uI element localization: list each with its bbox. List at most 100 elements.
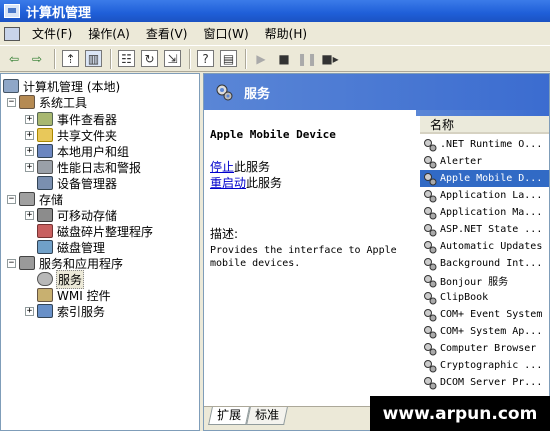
tree-node-defrag[interactable]: 磁盘碎片整理程序 <box>37 223 154 239</box>
start-service-icon[interactable]: ▶ <box>251 49 271 69</box>
tree-node-shared-folders[interactable]: + 共享文件夹 <box>25 127 118 143</box>
event-viewer-icon <box>37 112 53 126</box>
service-row[interactable]: Background Int... <box>420 255 549 272</box>
tree-node-perf-logs[interactable]: + 性能日志和警报 <box>25 159 142 175</box>
restart-service-link[interactable]: 重启动 <box>210 176 246 190</box>
tree-node-wmi[interactable]: WMI 控件 <box>37 287 112 303</box>
tree-node-services[interactable]: 服务 <box>37 269 85 289</box>
menu-view[interactable]: 查看(V) <box>138 24 196 44</box>
service-row[interactable]: Cryptographic ... <box>420 357 549 374</box>
service-row[interactable]: Computer Browser <box>420 340 549 357</box>
column-header-name[interactable]: 名称 <box>420 116 549 134</box>
up-folder-icon[interactable]: ⇡ <box>62 50 79 67</box>
service-row[interactable]: Automatic Updates <box>420 238 549 255</box>
tree-node-root[interactable]: 计算机管理 (本地) <box>3 78 121 94</box>
indexing-icon <box>37 304 53 318</box>
service-gear-icon <box>424 223 437 236</box>
performance-icon <box>37 160 53 174</box>
service-gear-icon <box>424 274 437 287</box>
console-tree-icon[interactable]: ▤ <box>220 50 237 67</box>
service-row-label: COM+ System Ap... <box>440 326 543 337</box>
expand-icon[interactable]: + <box>25 162 34 172</box>
service-row-label: Apple Mobile D... <box>440 173 543 184</box>
computer-management-icon <box>4 4 20 18</box>
service-row[interactable]: ClipBook <box>420 289 549 306</box>
service-row[interactable]: Apple Mobile D... <box>420 170 549 187</box>
service-row-label: Bonjour 服务 <box>440 277 509 288</box>
service-row[interactable]: Application Ma... <box>420 204 549 221</box>
service-row-label: Application La... <box>440 190 543 201</box>
service-row[interactable]: ASP.NET State ... <box>420 221 549 238</box>
stop-suffix: 此服务 <box>234 160 271 174</box>
shared-folder-icon <box>37 128 53 142</box>
description-text: Provides the interface to Apple mobile d… <box>210 245 397 269</box>
service-gear-icon <box>424 240 437 253</box>
expand-icon[interactable]: + <box>25 146 34 156</box>
tree-node-storage[interactable]: − 存储 <box>7 191 64 207</box>
expand-icon[interactable]: + <box>25 210 34 220</box>
service-gear-icon <box>424 308 437 321</box>
service-gear-icon <box>424 138 437 151</box>
stop-service-link[interactable]: 停止 <box>210 160 234 174</box>
expand-icon[interactable]: + <box>25 306 34 316</box>
service-row-label: ClipBook <box>440 292 489 303</box>
expand-icon[interactable]: + <box>25 130 34 140</box>
service-row[interactable]: .NET Runtime O... <box>420 136 549 153</box>
menu-file[interactable]: 文件(F) <box>24 24 80 44</box>
title-bar[interactable]: 计算机管理 <box>0 0 550 22</box>
tree-node-indexing[interactable]: + 索引服务 <box>25 303 106 319</box>
system-menu-icon[interactable] <box>4 26 20 41</box>
service-row-label: Automatic Updates <box>440 241 543 252</box>
service-row[interactable]: COM+ Event System <box>420 306 549 323</box>
collapse-icon[interactable]: − <box>7 194 16 204</box>
export-list-icon[interactable]: ⇲ <box>164 50 181 67</box>
service-row[interactable]: Alerter <box>420 153 549 170</box>
back-arrow-icon[interactable]: ⇦ <box>4 49 24 69</box>
service-row-label: Background Int... <box>440 258 543 269</box>
forward-arrow-icon[interactable]: ⇨ <box>27 49 47 69</box>
service-row-label: Computer Browser <box>440 343 537 354</box>
show-hide-tree-icon[interactable]: ▥ <box>85 50 102 67</box>
pause-service-icon[interactable]: ❚❚ <box>297 49 317 69</box>
service-gear-icon <box>424 325 437 338</box>
service-description-panel: Apple Mobile Device 停止此服务 重启动此服务 描述: Pro… <box>204 110 416 406</box>
disk-management-icon <box>37 240 53 254</box>
restart-service-icon[interactable]: ■▸ <box>320 49 340 69</box>
service-row-label: DCOM Server Pr... <box>440 377 543 388</box>
tree-node-disk-management[interactable]: 磁盘管理 <box>37 239 106 255</box>
collapse-icon[interactable]: − <box>7 258 16 268</box>
services-gear-icon <box>216 84 233 101</box>
tab-extended[interactable]: 扩展 <box>208 407 250 425</box>
collapse-icon[interactable]: − <box>7 97 16 107</box>
properties-icon[interactable]: ☷ <box>118 50 135 67</box>
refresh-icon[interactable]: ↻ <box>141 50 158 67</box>
restart-suffix: 此服务 <box>246 176 283 190</box>
tree-node-system-tools[interactable]: − 系统工具 <box>7 94 88 110</box>
tree-node-local-users[interactable]: + 本地用户和组 <box>25 143 130 159</box>
service-rows: .NET Runtime O... Alerter Apple Mobile D..… <box>420 136 549 391</box>
tree-node-event-viewer[interactable]: + 事件查看器 <box>25 111 118 127</box>
service-gear-icon <box>424 189 437 202</box>
tab-standard[interactable]: 标准 <box>246 407 288 425</box>
service-row[interactable]: COM+ System Ap... <box>420 323 549 340</box>
service-row[interactable]: Application La... <box>420 187 549 204</box>
stop-service-icon[interactable]: ■ <box>274 49 294 69</box>
tools-icon <box>19 95 35 109</box>
menu-window[interactable]: 窗口(W) <box>195 24 256 44</box>
service-row[interactable]: Bonjour 服务 <box>420 272 549 289</box>
menu-action[interactable]: 操作(A) <box>80 24 138 44</box>
service-name: Apple Mobile Device <box>210 128 336 141</box>
menu-help[interactable]: 帮助(H) <box>257 24 315 44</box>
toolbar-separator <box>189 48 191 69</box>
console-tree[interactable]: 计算机管理 (本地) − 系统工具 + 事件查看器 + 共享文件夹 + 本地用户… <box>0 73 200 431</box>
service-row-label: Cryptographic ... <box>440 360 543 371</box>
expand-icon[interactable]: + <box>25 114 34 124</box>
service-row[interactable]: DCOM Server Pr... <box>420 374 549 391</box>
services-list[interactable]: 名称 .NET Runtime O... Alerter Apple Mobile … <box>416 110 549 406</box>
help-icon[interactable]: ? <box>197 50 214 67</box>
users-icon <box>37 144 53 158</box>
tree-node-removable-storage[interactable]: + 可移动存储 <box>25 207 118 223</box>
toolbar-separator <box>110 48 112 69</box>
tree-node-device-manager[interactable]: 设备管理器 <box>37 175 118 191</box>
device-manager-icon <box>37 176 53 190</box>
